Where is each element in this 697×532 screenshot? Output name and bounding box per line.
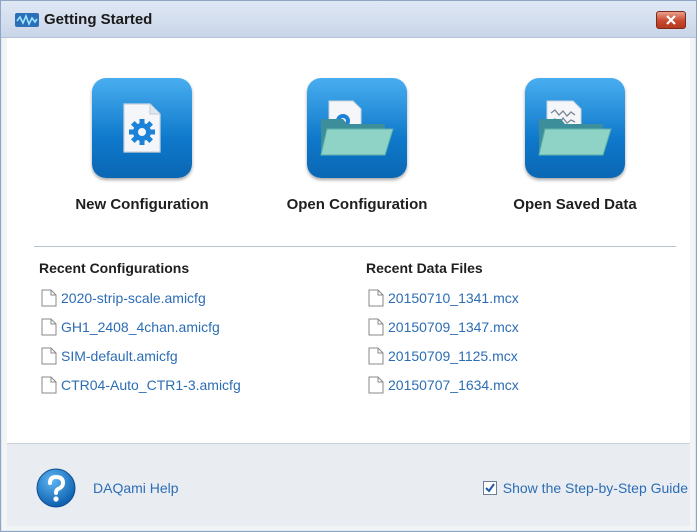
open-data-folder-icon [538, 100, 612, 156]
title-bar: Getting Started [1, 1, 696, 38]
checkmark-icon [485, 483, 495, 493]
new-configuration-label: New Configuration [75, 196, 209, 213]
section-divider [34, 246, 676, 247]
recent-data-label: 20150709_1347.mcx [388, 318, 519, 335]
getting-started-window: Getting Started New Configuration Open C… [0, 0, 697, 532]
help-icon[interactable] [36, 468, 76, 508]
recent-data-label: 20150710_1341.mcx [388, 289, 519, 306]
file-icon [41, 289, 57, 306]
recent-config-label: SIM-default.amicfg [61, 347, 178, 364]
file-icon [368, 289, 384, 306]
open-configuration-label: Open Configuration [286, 196, 428, 213]
recent-config-item[interactable]: 2020-strip-scale.amicfg [41, 283, 241, 312]
recent-config-label: GH1_2408_4chan.amicfg [61, 318, 220, 335]
show-guide-label: Show the Step-by-Step Guide [502, 480, 688, 496]
recent-config-item[interactable]: GH1_2408_4chan.amicfg [41, 312, 241, 341]
recent-data-label: 20150709_1125.mcx [388, 347, 518, 364]
new-configuration-button[interactable]: New Configuration [42, 78, 242, 213]
recent-config-label: CTR04-Auto_CTR1-3.amicfg [61, 376, 241, 393]
show-guide-checkbox[interactable] [482, 481, 497, 495]
open-folder-icon [320, 100, 394, 156]
open-data-tile [525, 78, 625, 178]
new-config-tile [92, 78, 192, 178]
new-config-icon [123, 103, 161, 153]
file-icon [368, 376, 384, 393]
open-saved-data-label: Open Saved Data [513, 196, 637, 213]
main-content: New Configuration Open Configuration Ope… [7, 38, 690, 443]
open-config-tile [307, 78, 407, 178]
open-saved-data-button[interactable]: Open Saved Data [475, 78, 675, 213]
recent-data-item[interactable]: 20150707_1634.mcx [368, 370, 519, 399]
recent-config-item[interactable]: CTR04-Auto_CTR1-3.amicfg [41, 370, 241, 399]
recent-data-item[interactable]: 20150710_1341.mcx [368, 283, 519, 312]
daqami-help-link[interactable]: DAQami Help [93, 480, 179, 496]
recent-data-files-list: 20150710_1341.mcx 20150709_1347.mcx 2015… [368, 283, 519, 399]
close-button[interactable] [656, 11, 686, 29]
recent-data-label: 20150707_1634.mcx [388, 376, 519, 393]
recent-data-item[interactable]: 20150709_1125.mcx [368, 341, 519, 370]
recent-data-files-title: Recent Data Files [366, 260, 483, 276]
file-icon [368, 318, 384, 335]
file-icon [368, 347, 384, 364]
recent-configurations-list: 2020-strip-scale.amicfg GH1_2408_4chan.a… [41, 283, 241, 399]
recent-config-item[interactable]: SIM-default.amicfg [41, 341, 241, 370]
step-by-step-guide-toggle[interactable]: Show the Step-by-Step Guide [482, 480, 688, 496]
app-logo-icon [15, 13, 39, 27]
open-configuration-button[interactable]: Open Configuration [257, 78, 457, 213]
recent-configurations-title: Recent Configurations [39, 260, 190, 276]
recent-data-item[interactable]: 20150709_1347.mcx [368, 312, 519, 341]
file-icon [41, 318, 57, 335]
window-title: Getting Started [44, 11, 153, 28]
recent-config-label: 2020-strip-scale.amicfg [61, 289, 206, 306]
footer-bar: DAQami Help Show the Step-by-Step Guide [7, 443, 690, 526]
file-icon [41, 347, 57, 364]
file-icon [41, 376, 57, 393]
close-icon [666, 15, 676, 25]
